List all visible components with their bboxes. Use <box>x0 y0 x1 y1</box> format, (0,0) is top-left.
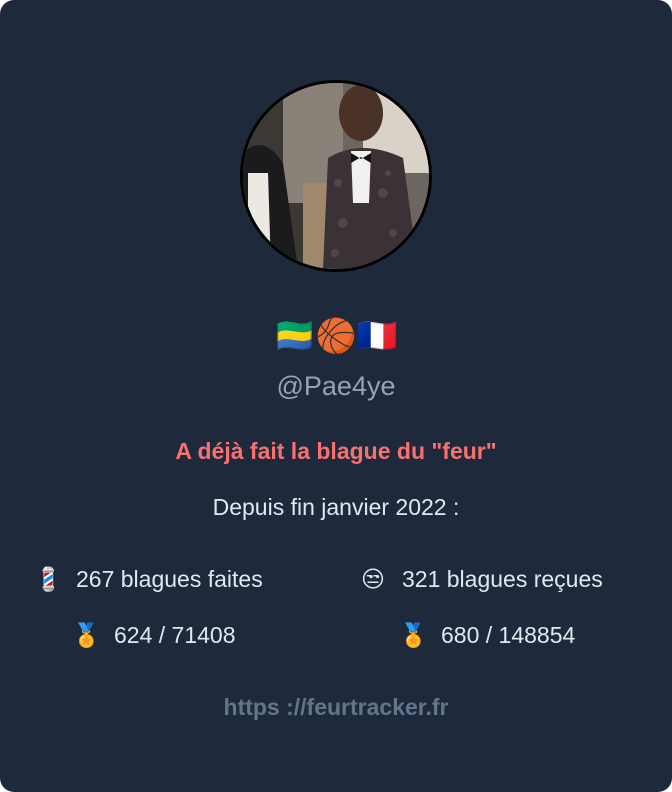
unamused-face-icon: 😒 <box>361 567 385 593</box>
feurtracker-link[interactable]: https ://feurtracker.fr <box>0 690 672 724</box>
stat-made-rank: 🏅 624 / 71408 <box>72 618 236 653</box>
stat-jokes-received: 😒 321 blagues reçues <box>360 562 603 597</box>
profile-card: 🇬🇦🏀🇫🇷 @Pae4ye A déjà fait la blague du "… <box>0 0 672 792</box>
since-label: Depuis fin janvier 2022 : <box>212 494 460 520</box>
avatar <box>240 80 432 272</box>
stat-received-rank-label: 680 / 148854 <box>441 622 576 648</box>
tagline: A déjà fait la blague du "feur" <box>175 438 497 464</box>
avatar-photo <box>243 83 429 269</box>
stat-jokes-made: 💈 267 blagues faites <box>34 562 263 597</box>
flag-emoji-row: 🇬🇦🏀🇫🇷 <box>274 316 398 355</box>
stat-received-rank: 🏅 680 / 148854 <box>399 618 575 653</box>
stat-jokes-made-label: 267 blagues faites <box>76 566 263 592</box>
user-handle: @Pae4ye <box>276 371 396 401</box>
barber-pole-icon: 💈 <box>34 567 63 593</box>
stat-jokes-received-label: 321 blagues reçues <box>402 566 603 592</box>
medal-icon: 🏅 <box>72 623 101 649</box>
medal-icon: 🏅 <box>399 623 428 649</box>
stat-made-rank-label: 624 / 71408 <box>114 622 236 648</box>
